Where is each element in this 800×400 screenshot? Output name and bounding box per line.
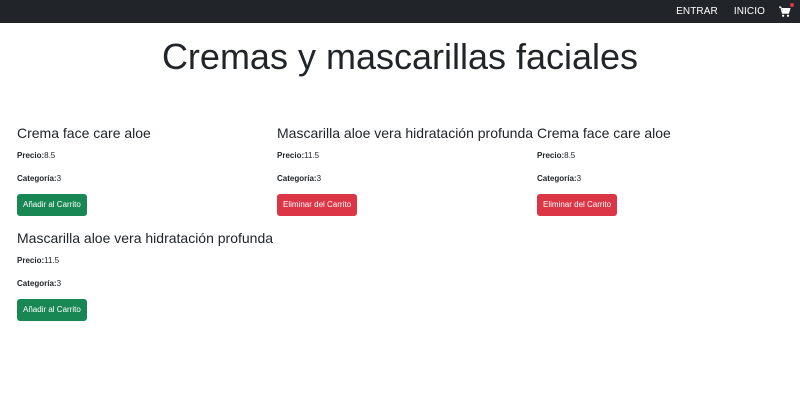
price-label: Precio:: [17, 151, 45, 160]
category-label: Categoría:: [17, 279, 57, 288]
price-label: Precio:: [537, 151, 565, 160]
product-price: Precio:11.5: [277, 151, 532, 161]
product-card: Mascarilla aloe vera hidratación profund…: [277, 124, 534, 216]
price-label: Precio:: [277, 151, 305, 160]
product-name: Crema face care aloe: [537, 125, 671, 141]
top-navbar: ENTRAR INICIO: [0, 0, 800, 23]
product-category: Categoría:3: [17, 174, 272, 184]
category-label: Categoría:: [277, 174, 317, 183]
add-to-cart-button[interactable]: Añadir al Carrito: [17, 299, 87, 321]
product-card: Crema face care aloe Precio:8.5 Categorí…: [537, 124, 792, 216]
shopping-cart-icon[interactable]: [779, 2, 794, 18]
product-card: Mascarilla aloe vera hidratación profund…: [17, 229, 274, 321]
category-value: 3: [576, 174, 582, 183]
product-price: Precio:11.5: [17, 256, 272, 266]
product-category: Categoría:3: [277, 174, 532, 184]
product-name: Mascarilla aloe vera hidratación profund…: [17, 230, 274, 246]
product-card: Crema face care aloe Precio:8.5 Categorí…: [17, 124, 272, 216]
product-name: Crema face care aloe: [17, 125, 151, 141]
price-value: 11.5: [304, 151, 320, 160]
product-category: Categoría:3: [17, 279, 272, 289]
category-value: 3: [316, 174, 322, 183]
price-value: 11.5: [44, 256, 60, 265]
category-value: 3: [56, 279, 62, 288]
category-label: Categoría:: [537, 174, 577, 183]
product-name: Mascarilla aloe vera hidratación profund…: [277, 125, 534, 141]
nav-link-inicio[interactable]: INICIO: [734, 6, 765, 17]
product-price: Precio:8.5: [537, 151, 792, 161]
remove-from-cart-button[interactable]: Eliminar del Carrito: [537, 194, 618, 216]
price-label: Precio:: [17, 256, 45, 265]
category-label: Categoría:: [17, 174, 57, 183]
remove-from-cart-button[interactable]: Eliminar del Carrito: [277, 194, 358, 216]
category-value: 3: [56, 174, 62, 183]
product-price: Precio:8.5: [17, 151, 272, 161]
page-title: Cremas y mascarillas faciales: [161, 36, 639, 77]
product-category: Categoría:3: [537, 174, 792, 184]
cart-badge: [790, 2, 794, 7]
price-value: 8.5: [44, 151, 56, 160]
price-value: 8.5: [564, 151, 576, 160]
nav-link-entrar[interactable]: ENTRAR: [676, 6, 718, 17]
add-to-cart-button[interactable]: Añadir al Carrito: [17, 194, 87, 216]
